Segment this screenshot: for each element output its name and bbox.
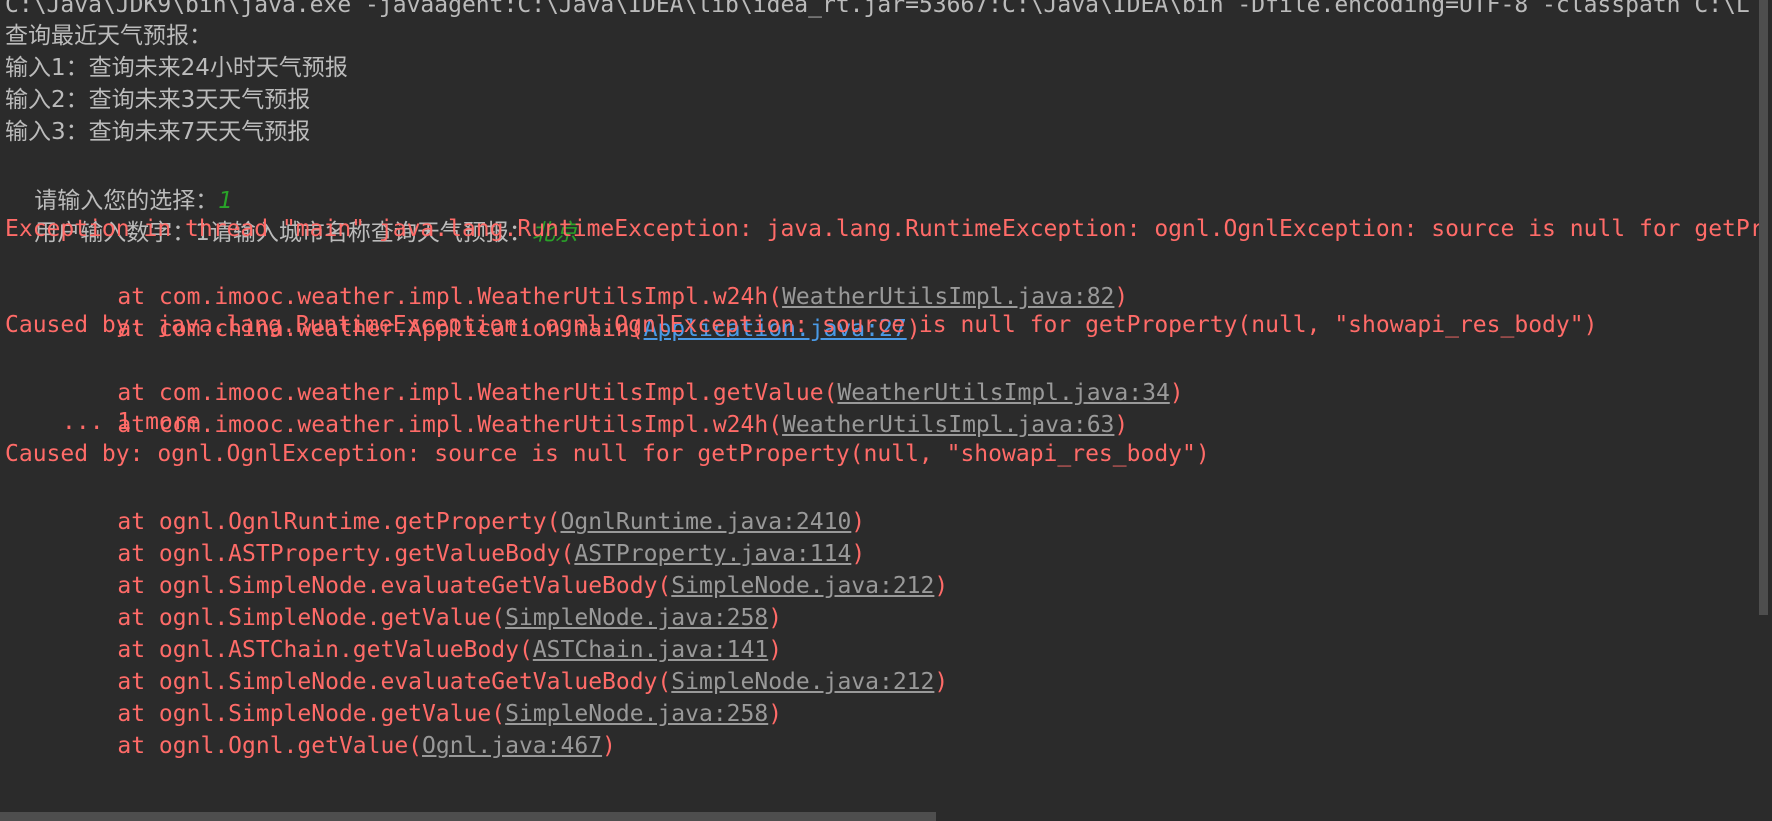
caused-by-line: Caused by: ognl.OgnlException: source is…	[5, 441, 1210, 467]
stack-frame: at com.imooc.weather.impl.WeatherUtilsIm…	[5, 371, 1128, 438]
stack-frame: at ognl.SimpleNode.getValue(SimpleNode.j…	[5, 564, 782, 631]
stack-frame: at ognl.SimpleNode.getValue(SimpleNode.j…	[5, 660, 782, 727]
stack-frame: at ognl.Ognl.getValue(Ognl.java:467)	[5, 692, 616, 759]
stack-frame: at ognl.SimpleNode.evaluateGetValueBody(…	[5, 532, 948, 599]
exception-line: Exception in thread "main" java.lang.Run…	[5, 216, 1764, 242]
choice-prompt-line: 请输入您的选择：1	[5, 147, 233, 214]
stack-frame: at com.imooc.weather.impl.WeatherUtilsIm…	[5, 339, 1183, 406]
menu-option-3: 输入3：查询未来7天天气预报	[5, 119, 311, 145]
menu-option-2: 输入2：查询未来3天天气预报	[5, 87, 311, 113]
stack-frame: at com.china.weather.Application.main(Ap…	[5, 275, 920, 342]
caused-by-line: Caused by: java.lang.RuntimeException: o…	[5, 312, 1598, 338]
source-link[interactable]: WeatherUtilsImpl.java:63	[782, 412, 1114, 438]
stack-frame-close: )	[602, 733, 616, 759]
stack-frame-close: )	[934, 669, 949, 695]
vertical-scrollbar[interactable]	[1759, 0, 1768, 615]
horizontal-scrollbar[interactable]	[0, 812, 936, 821]
stack-frame-close: )	[934, 573, 949, 599]
stack-frame-close: )	[1169, 380, 1184, 406]
menu-title: 查询最近天气预报：	[5, 23, 212, 49]
stack-frame: at ognl.OgnlRuntime.getProperty(OgnlRunt…	[5, 468, 865, 535]
run-console[interactable]: C:\Java\JDK9\bin\java.exe -javaagent:C:\…	[0, 0, 1772, 821]
source-link[interactable]: Ognl.java:467	[422, 733, 602, 759]
command-line: C:\Java\JDK9\bin\java.exe -javaagent:C:\…	[5, 0, 1750, 18]
stack-frame: at com.imooc.weather.impl.WeatherUtilsIm…	[5, 243, 1128, 310]
stack-frame: at ognl.ASTChain.getValueBody(ASTChain.j…	[5, 596, 782, 663]
stack-frame: at ognl.SimpleNode.evaluateGetValueBody(…	[5, 628, 948, 695]
stack-frame-text: at com.imooc.weather.impl.WeatherUtilsIm…	[117, 412, 783, 438]
stack-frame-text: at ognl.Ognl.getValue(	[117, 733, 423, 759]
city-prompt-line: 用户输入数字：1请输入城市名称查询天气预报：北京	[5, 179, 578, 246]
menu-option-1: 输入1：查询未来24小时天气预报	[5, 55, 348, 81]
stack-frame-close: )	[768, 701, 783, 727]
more-frames-line[interactable]: ... 1 more	[5, 404, 200, 440]
stack-frame: at ognl.ASTProperty.getValueBody(ASTProp…	[5, 500, 865, 567]
stack-frame-close: )	[1114, 412, 1129, 438]
